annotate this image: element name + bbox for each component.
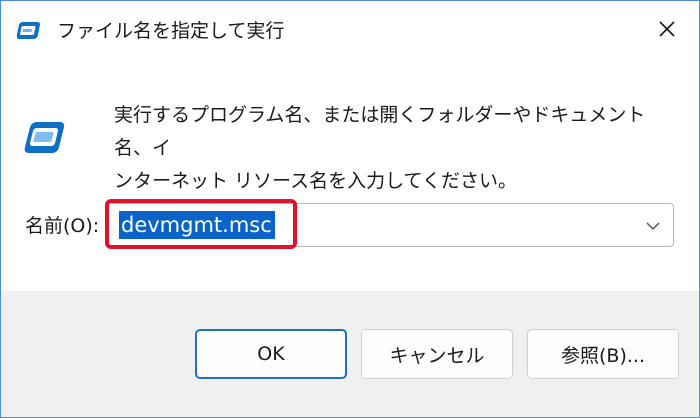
close-button[interactable] xyxy=(645,11,689,51)
ok-button[interactable]: OK xyxy=(195,329,347,379)
instruction-line-1: 実行するプログラム名、または開くフォルダーやドキュメント名、イ xyxy=(114,104,646,159)
close-icon xyxy=(658,20,676,42)
dialog-content: 実行するプログラム名、または開くフォルダーやドキュメント名、イ ンターネット リ… xyxy=(1,61,699,291)
run-dialog: ファイル名を指定して実行 実行するプログラム名、または開くフォルダーやドキュメン… xyxy=(0,0,700,418)
run-icon xyxy=(23,119,69,157)
window-title: ファイル名を指定して実行 xyxy=(57,20,285,42)
title-bar: ファイル名を指定して実行 xyxy=(1,1,699,61)
name-label: 名前(O): xyxy=(25,215,100,237)
cancel-button[interactable]: キャンセル xyxy=(361,329,513,379)
chevron-down-icon[interactable] xyxy=(643,216,663,236)
run-icon xyxy=(16,20,43,42)
button-bar: OK キャンセル 参照(B)... xyxy=(1,291,699,417)
instruction-line-2: ンターネット リソース名を入力してください。 xyxy=(114,170,517,192)
annotation-highlight-box xyxy=(105,199,297,249)
instruction-text: 実行するプログラム名、または開くフォルダーやドキュメント名、イ ンターネット リ… xyxy=(114,99,674,198)
browse-button[interactable]: 参照(B)... xyxy=(527,329,679,379)
